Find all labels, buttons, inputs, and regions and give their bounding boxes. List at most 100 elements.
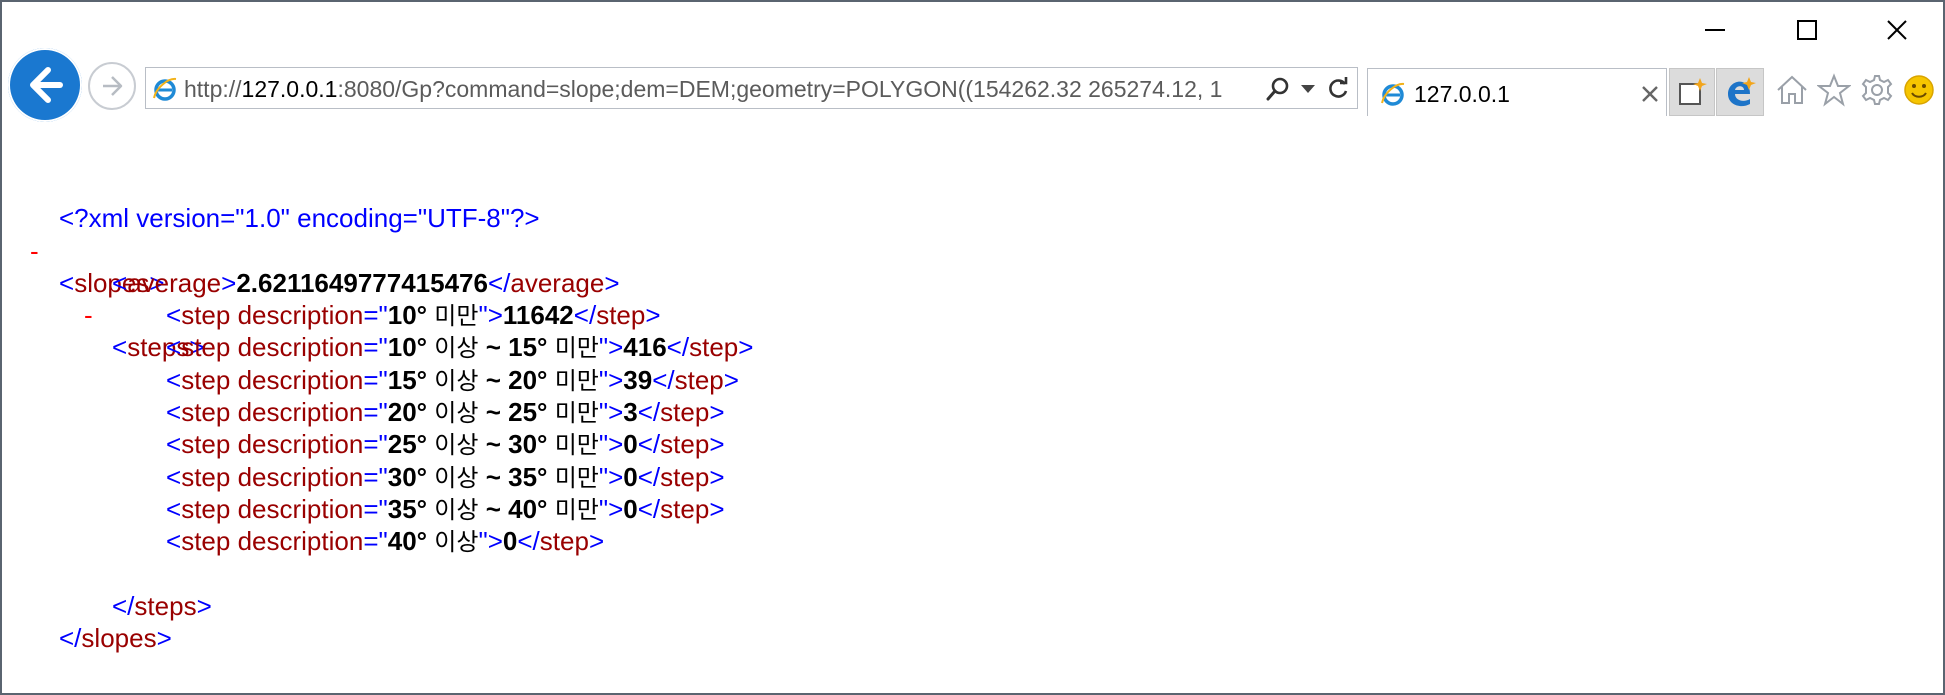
steps-list: <step description="10° 미만">11642</step> <… [2, 299, 1945, 557]
step-line: <step description="40° 이상">0</step> [166, 526, 605, 557]
step-close-tag: step [596, 300, 646, 331]
tools-button[interactable] [1857, 70, 1897, 110]
step-attr-name: description [237, 332, 364, 363]
step-value: 3 [623, 397, 638, 428]
step-kor-from: 미만 [434, 302, 479, 331]
step-degree-from: 10° [387, 332, 428, 363]
step-kor-from: 이상 [434, 366, 479, 395]
step-degree-from: 40° [387, 526, 428, 557]
smiley-icon [1904, 75, 1934, 105]
minimize-button[interactable] [1670, 4, 1760, 56]
step-value: 0 [502, 526, 518, 557]
edge-icon [1728, 77, 1756, 107]
step-range-sep: ~ [485, 397, 501, 428]
back-button[interactable] [8, 48, 82, 122]
step-tag: step [181, 332, 231, 363]
tab-title: 127.0.0.1 [1414, 81, 1510, 107]
step-degree-from: 25° [387, 429, 428, 460]
step-degree-from: 35° [387, 493, 428, 524]
step-attr-name: description [237, 300, 364, 331]
step-kor-from: 이상 [434, 495, 479, 524]
address-bar[interactable]: http://127.0.0.1:8080/Gp?command=slope;d… [145, 67, 1358, 109]
open-edge-button[interactable] [1716, 68, 1764, 116]
new-tab-button[interactable] [1669, 68, 1715, 116]
favorites-button[interactable] [1814, 70, 1854, 110]
close-icon[interactable] [1638, 82, 1662, 106]
step-close-tag: step [689, 332, 739, 363]
tab-127-0-0-1[interactable]: 127.0.0.1 [1367, 68, 1667, 116]
step-line: <step description="25° 이상 ~ 30° 미만">0</s… [166, 429, 725, 460]
star-icon [1817, 73, 1851, 107]
back-arrow-icon [30, 67, 63, 103]
step-value: 39 [623, 364, 653, 395]
step-value: 0 [623, 429, 638, 460]
step-close-tag: step [660, 461, 710, 492]
slopes-open-line: - <slopes> [30, 235, 165, 298]
step-value: 0 [623, 493, 638, 524]
step-attr-name: description [237, 461, 364, 492]
step-kor-from: 이상 [434, 528, 479, 557]
step-range-sep: ~ [485, 493, 501, 524]
internet-explorer-icon [1381, 82, 1405, 106]
step-attr-name: description [237, 526, 364, 557]
step-kor-from: 이상 [434, 334, 479, 363]
step-value: 416 [623, 332, 667, 363]
step-line: <step description="15° 이상 ~ 20° 미만">39</… [166, 364, 739, 395]
steps-open-line: - <steps> [84, 300, 205, 363]
forward-arrow-icon [103, 76, 123, 96]
steps-close-line: </steps> [112, 590, 212, 621]
step-kor-to: 미만 [554, 495, 599, 524]
step-attr-name: description [237, 364, 364, 395]
new-tab-icon [1679, 78, 1707, 105]
step-line: <step description="30° 이상 ~ 35° 미만">0</s… [166, 461, 725, 492]
step-line: <step description="20° 이상 ~ 25° 미만">3</s… [166, 397, 725, 428]
refresh-icon[interactable] [1324, 75, 1352, 103]
search-icon[interactable] [1264, 75, 1292, 103]
step-kor-from: 이상 [434, 399, 479, 428]
step-close-tag: step [660, 397, 710, 428]
step-degree-to: 30° [508, 429, 548, 460]
step-degree-to: 40° [508, 493, 548, 524]
step-kor-from: 이상 [434, 463, 479, 492]
average-line: <average>2.6211649777415476</average> [112, 267, 620, 298]
step-degree-from: 10° [387, 300, 428, 331]
step-kor-to: 미만 [554, 463, 599, 492]
step-degree-to: 25° [508, 397, 548, 428]
step-close-tag: step [660, 493, 710, 524]
forward-button[interactable] [88, 62, 136, 110]
step-degree-from: 15° [387, 364, 428, 395]
step-tag: step [181, 526, 231, 557]
chevron-down-icon[interactable] [1298, 80, 1318, 98]
step-kor-to: 미만 [554, 431, 599, 460]
step-tag: step [181, 493, 231, 524]
step-line: <step description="10° 미만">11642</step> [166, 300, 661, 331]
xml-declaration-line: <?xml version="1.0" encoding="UTF-8"?> [2, 170, 1945, 233]
step-degree-from: 30° [387, 461, 428, 492]
step-degree-to: 35° [508, 461, 548, 492]
step-degree-to: 15° [508, 332, 548, 363]
step-tag: step [181, 429, 231, 460]
maximize-button[interactable] [1762, 4, 1852, 56]
step-range-sep: ~ [485, 364, 501, 395]
internet-explorer-icon [153, 77, 177, 101]
maximize-icon [1797, 20, 1817, 40]
minimize-icon [1705, 29, 1725, 31]
step-attr-name: description [237, 397, 364, 428]
step-value: 11642 [502, 300, 574, 331]
gear-icon [1861, 75, 1893, 105]
step-kor-from: 이상 [434, 431, 479, 460]
home-button[interactable] [1772, 70, 1812, 110]
feedback-button[interactable] [1899, 70, 1939, 110]
step-degree-from: 20° [387, 397, 428, 428]
step-attr-name: description [237, 429, 364, 460]
xml-document: <?xml version="1.0" encoding="UTF-8"?> -… [2, 170, 1945, 654]
close-window-button[interactable] [1852, 4, 1942, 56]
url-text[interactable]: http://127.0.0.1:8080/Gp?command=slope;d… [184, 76, 1266, 102]
step-close-tag: step [674, 364, 724, 395]
slopes-close-line: </slopes> [59, 623, 172, 654]
step-tag: step [181, 397, 231, 428]
step-degree-to: 20° [508, 364, 548, 395]
step-kor-to: 미만 [554, 366, 599, 395]
step-range-sep: ~ [485, 429, 501, 460]
step-attr-name: description [237, 493, 364, 524]
